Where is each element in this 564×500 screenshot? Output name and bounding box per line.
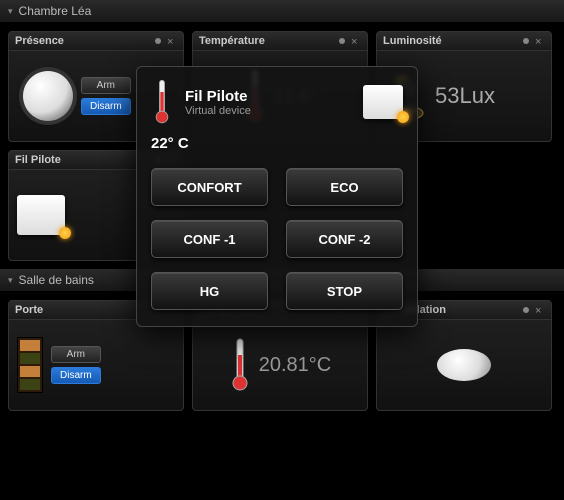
card-header: Présence × — [9, 32, 183, 51]
pin-icon[interactable] — [521, 305, 531, 315]
device-popup: Fil Pilote Virtual device 22° C CONFORT … — [136, 66, 418, 327]
popup-subtitle: Virtual device — [185, 105, 251, 117]
pin-icon[interactable] — [521, 36, 531, 46]
section-header-chambre[interactable]: ▾ Chambre Léa — [0, 0, 564, 23]
card-title: Température — [199, 35, 265, 47]
card-title: Présence — [15, 35, 64, 47]
presence-sensor-icon — [23, 71, 73, 121]
section-title: Salle de bains — [19, 273, 94, 287]
pin-icon[interactable] — [153, 36, 163, 46]
thermometer-icon — [229, 335, 251, 395]
close-icon[interactable]: × — [535, 36, 545, 46]
mode-conf-2-button[interactable]: CONF -2 — [286, 220, 403, 258]
popup-title: Fil Pilote — [185, 88, 251, 105]
card-title: Porte — [15, 304, 43, 316]
mode-confort-button[interactable]: CONFORT — [151, 168, 268, 206]
door-icon — [17, 337, 43, 393]
card-header: Température × — [193, 32, 367, 51]
luminosity-value: 53Lux — [435, 83, 495, 109]
popup-current-temp: 22° C — [151, 135, 403, 152]
section-title: Chambre Léa — [19, 4, 92, 18]
close-icon[interactable]: × — [167, 36, 177, 46]
chevron-down-icon: ▾ — [8, 275, 13, 286]
mode-stop-button[interactable]: STOP — [286, 272, 403, 310]
disarm-button[interactable]: Disarm — [51, 367, 101, 384]
mode-hg-button[interactable]: HG — [151, 272, 268, 310]
arm-button[interactable]: Arm — [81, 77, 131, 94]
close-icon[interactable]: × — [351, 36, 361, 46]
card-title: Fil Pilote — [15, 154, 61, 166]
card-title: Luminosité — [383, 35, 442, 47]
heater-icon — [17, 195, 65, 235]
arm-button[interactable]: Arm — [51, 346, 101, 363]
temperature-value: 20.81°C — [259, 354, 332, 377]
card-header: Luminosité × — [377, 32, 551, 51]
pin-icon[interactable] — [337, 36, 347, 46]
close-icon[interactable]: × — [535, 305, 545, 315]
disarm-button[interactable]: Disarm — [81, 98, 131, 115]
mode-eco-button[interactable]: ECO — [286, 168, 403, 206]
heater-icon — [363, 85, 403, 119]
chevron-down-icon: ▾ — [8, 6, 13, 17]
flood-sensor-icon — [437, 349, 491, 381]
mode-conf-1-button[interactable]: CONF -1 — [151, 220, 268, 258]
thermometer-icon — [151, 77, 173, 127]
